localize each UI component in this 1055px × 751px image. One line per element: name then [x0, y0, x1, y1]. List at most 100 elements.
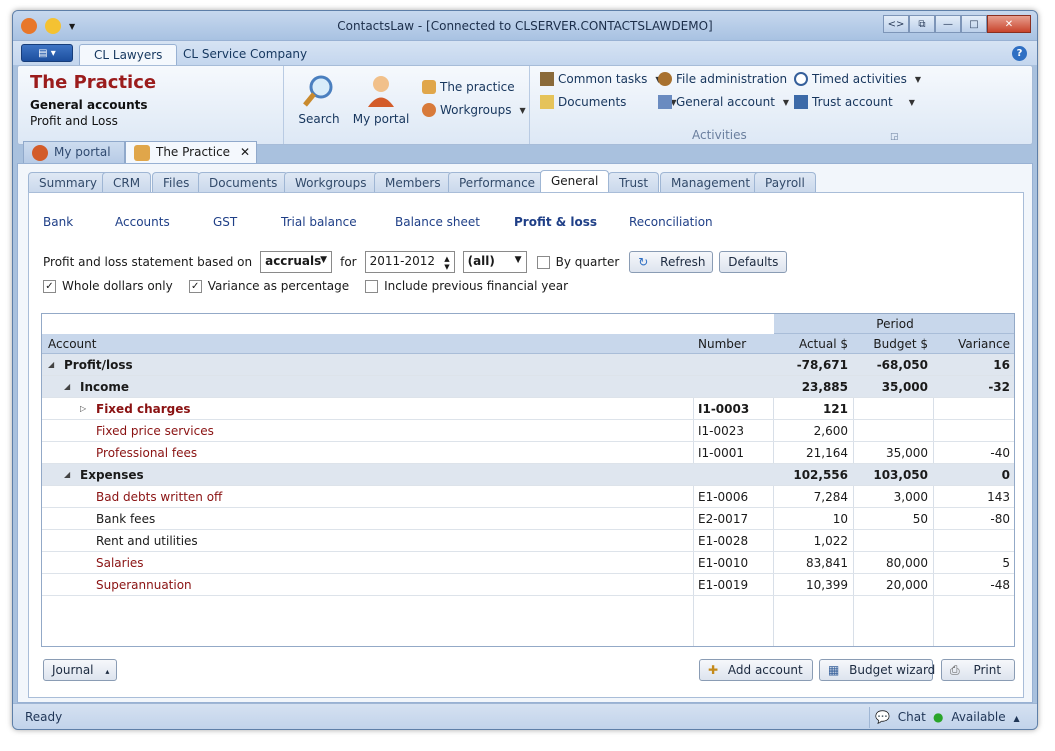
col-variance[interactable]: Variance [934, 337, 1010, 351]
search-label: Search [298, 112, 340, 126]
whole-dollars-label: Whole dollars only [62, 279, 173, 293]
file-administration-button[interactable]: File administration ▼ [658, 72, 801, 86]
add-account-button[interactable]: ✚ Add account [699, 659, 813, 681]
cell-variance: -40 [990, 446, 1010, 460]
year-spinner[interactable]: 2011-2012 ▲ ▼ [364, 251, 455, 273]
clock-icon [794, 72, 808, 86]
chevron-down-icon: ▼ [514, 255, 522, 265]
budget-wizard-button[interactable]: ▦ Budget wizard [819, 659, 935, 681]
my-portal-button[interactable]: My portal [352, 74, 410, 126]
journal-button[interactable]: Journal ▴ [43, 659, 117, 681]
group-row[interactable]: ◢ Income 23,885 35,000 -32 [42, 376, 1014, 398]
general-account-button[interactable]: General account ▼ [658, 95, 789, 109]
defaults-button[interactable]: Defaults [719, 251, 788, 273]
maximize-button[interactable]: □ [961, 15, 987, 33]
ribbon-tab-cl-service-company[interactable]: CL Service Company [169, 44, 321, 66]
help-icon[interactable]: ? [1012, 46, 1027, 61]
trust-icon [794, 95, 808, 109]
grid-header-row: Account Number Actual $ Budget $ Varianc… [42, 334, 1014, 354]
common-tasks-button[interactable]: Common tasks ▼ [540, 72, 662, 86]
ribbon-tab-cl-lawyers[interactable]: CL Lawyers [79, 44, 178, 66]
table-row[interactable]: Rent and utilities E1-0028 1,022 [42, 530, 1014, 552]
link-profit-loss[interactable]: Profit & loss [514, 215, 597, 229]
code-view-icon[interactable]: <> [883, 15, 909, 33]
tab-documents[interactable]: Documents [198, 172, 289, 194]
tab-management[interactable]: Management [660, 172, 762, 194]
tab-summary[interactable]: Summary [28, 172, 108, 194]
cell-budget: 50 [912, 512, 928, 526]
tab-members[interactable]: Members [374, 172, 452, 194]
link-accounts[interactable]: Accounts [115, 215, 170, 229]
table-row[interactable]: Bank fees E2-0017 10 50 -80 [42, 508, 1014, 530]
link-balance-sheet[interactable]: Balance sheet [395, 215, 480, 229]
document-icon [540, 95, 554, 109]
application-menu-button[interactable]: ▤ ▾ [21, 44, 73, 62]
availability-button[interactable]: ● Available ▲ [933, 710, 1020, 724]
collapse-icon[interactable]: ◢ [64, 470, 70, 479]
refresh-button[interactable]: ↻ Refresh [629, 251, 714, 273]
tab-workgroups[interactable]: Workgroups [284, 172, 378, 194]
spinner-arrows-icon[interactable]: ▲ ▼ [444, 255, 449, 271]
scope-value: (all) [467, 254, 495, 268]
tab-crm[interactable]: CRM [102, 172, 152, 194]
year-value: 2011-2012 [369, 254, 436, 268]
add-account-label: Add account [727, 663, 803, 677]
cell-variance: -48 [990, 578, 1010, 592]
include-previous-year-checkbox[interactable] [365, 279, 379, 293]
collapse-icon[interactable]: ◢ [64, 382, 70, 391]
documents-button[interactable]: Documents ▼ [540, 95, 677, 109]
link-gst[interactable]: GST [213, 215, 237, 229]
close-icon[interactable]: ✕ [240, 145, 250, 159]
group-row[interactable]: ◢ Expenses 102,556 103,050 0 [42, 464, 1014, 486]
trust-account-button[interactable]: Trust account ▼ [794, 95, 915, 109]
col-budget[interactable]: Budget $ [854, 337, 928, 351]
cell-actual: 83,841 [806, 556, 848, 570]
collapse-icon[interactable]: ◢ [48, 360, 54, 369]
cell-variance: 143 [987, 490, 1010, 504]
doc-tab-my-portal[interactable]: My portal [23, 141, 125, 163]
add-icon: ✚ [708, 663, 719, 677]
cell-variance: -32 [988, 380, 1010, 394]
table-row[interactable]: ▷ Fixed charges I1-0003 121 [42, 398, 1014, 420]
col-account[interactable]: Account [48, 337, 96, 351]
by-quarter-checkbox[interactable] [536, 255, 550, 269]
scope-select[interactable]: (all) ▼ [462, 251, 527, 273]
tab-performance[interactable]: Performance [448, 172, 547, 194]
link-reconciliation[interactable]: Reconciliation [629, 215, 713, 229]
cell-actual: 10 [832, 512, 848, 526]
the-practice-button[interactable]: The practice [422, 80, 515, 94]
workgroups-button[interactable]: Workgroups ▼ [422, 103, 526, 117]
print-button[interactable]: ⎙ Print [941, 659, 1015, 681]
context-subtitle: General accounts [30, 98, 148, 112]
variance-percentage-checkbox[interactable]: ✓ [188, 279, 202, 293]
col-actual[interactable]: Actual $ [774, 337, 848, 351]
table-row[interactable]: Salaries E1-0010 83,841 80,000 5 [42, 552, 1014, 574]
whole-dollars-checkbox[interactable]: ✓ [43, 279, 56, 293]
tab-payroll[interactable]: Payroll [754, 172, 816, 194]
person-icon [32, 145, 48, 161]
tab-files[interactable]: Files [152, 172, 201, 194]
basis-select[interactable]: accruals ▼ [260, 251, 333, 273]
chevron-up-icon: ▴ [105, 667, 110, 676]
table-row[interactable]: Fixed price services I1-0023 2,600 [42, 420, 1014, 442]
search-button[interactable]: Search [296, 74, 342, 126]
table-row[interactable]: Superannuation E1-0019 10,399 20,000 -48 [42, 574, 1014, 596]
export-icon[interactable]: ⧉ [909, 15, 935, 33]
minimize-button[interactable]: — [935, 15, 961, 33]
chat-button[interactable]: 💬 Chat [875, 710, 926, 724]
tab-general[interactable]: General [540, 170, 610, 194]
link-trial-balance[interactable]: Trial balance [281, 215, 357, 229]
doc-tab-the-practice[interactable]: The Practice ✕ [125, 141, 257, 163]
close-button[interactable]: ✕ [987, 15, 1031, 33]
table-row[interactable]: Professional fees I1-0001 21,164 35,000 -40 [42, 442, 1014, 464]
group-row[interactable]: ◢ Profit/loss -78,671 -68,050 16 [42, 354, 1014, 376]
person-icon [364, 74, 398, 108]
link-bank[interactable]: Bank [43, 215, 73, 229]
tab-trust[interactable]: Trust [608, 172, 660, 194]
col-number[interactable]: Number [698, 337, 746, 351]
application-window: ▼ ContactsLaw - [Connected to CLSERVER.C… [12, 10, 1038, 730]
table-row[interactable]: Bad debts written off E1-0006 7,284 3,000 14… [42, 486, 1014, 508]
expand-icon[interactable]: ▷ [80, 404, 86, 413]
cell-number: E2-0017 [698, 512, 749, 526]
timed-activities-button[interactable]: Timed activities ▼ [794, 72, 921, 86]
